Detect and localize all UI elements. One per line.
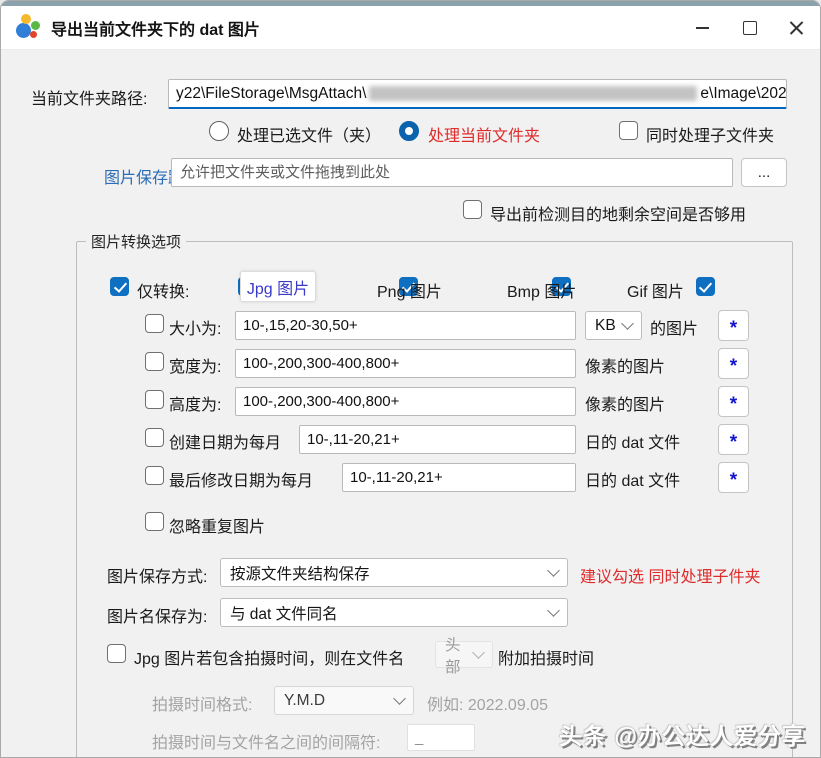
png-label: Png 图片 (377, 278, 442, 302)
height-filter-input[interactable]: 100-,200,300-400,800+ (235, 387, 576, 416)
height-help-button[interactable]: * (718, 386, 749, 417)
size-filter-label: 大小为: (169, 315, 221, 339)
shoot-time-label-prefix: Jpg 图片若包含拍摄时间，则在文件名 (134, 645, 404, 669)
name-mode-value: 与 dat 文件同名 (230, 602, 338, 624)
checkbox-gif[interactable] (696, 277, 715, 296)
height-filter-label: 高度为: (169, 391, 221, 415)
width-help-button[interactable]: * (718, 348, 749, 379)
current-path-input[interactable]: y22\FileStorage\MsgAttach\ e\Image\2022-… (168, 79, 787, 109)
gif-label: Gif 图片 (627, 278, 684, 302)
checkbox-check-space[interactable] (463, 200, 482, 219)
maximize-icon (743, 21, 757, 35)
width-filter-input[interactable]: 100-,200,300-400,800+ (235, 349, 576, 378)
size-unit-select[interactable]: KB (585, 311, 642, 340)
minimize-button[interactable] (679, 6, 726, 49)
chevron-down-icon (393, 692, 406, 705)
separator-value: _ (415, 729, 423, 746)
checkbox-subfolders-label: 同时处理子文件夹 (646, 122, 774, 146)
maximize-button[interactable] (726, 6, 773, 49)
radio-process-selected-label: 处理已选文件（夹） (237, 122, 381, 146)
modified-filter-value: 10-,11-20,21+ (350, 469, 443, 486)
ignore-duplicates-label: 忽略重复图片 (169, 513, 265, 537)
save-path-input[interactable] (171, 158, 733, 187)
size-filter-suffix: 的图片 (650, 315, 698, 339)
modified-help-button[interactable]: * (718, 462, 749, 493)
modified-filter-input[interactable]: 10-,11-20,21+ (342, 463, 576, 492)
time-format-example: 例如: 2022.09.05 (427, 691, 548, 715)
checkbox-created-filter[interactable] (145, 428, 164, 447)
created-filter-input[interactable]: 10-,11-20,21+ (299, 425, 576, 454)
radio-process-current-label: 处理当前文件夹 (428, 122, 540, 146)
width-filter-label: 宽度为: (169, 353, 221, 377)
shoot-time-label-suffix: 附加拍摄时间 (498, 645, 594, 669)
window-controls (679, 6, 820, 49)
checkbox-modified-filter[interactable] (145, 466, 164, 485)
height-filter-suffix: 像素的图片 (585, 391, 665, 415)
group-title: 图片转换选项 (86, 231, 186, 252)
titlebar: 导出当前文件夹下的 dat 图片 (1, 6, 820, 50)
created-filter-suffix: 日的 dat 文件 (585, 429, 680, 453)
checkbox-height-filter[interactable] (145, 390, 164, 409)
save-mode-hint: 建议勾选 同时处理子件夹 (580, 563, 760, 587)
width-filter-suffix: 像素的图片 (585, 353, 665, 377)
size-unit-value: KB (595, 317, 616, 335)
save-mode-label: 图片保存方式: (107, 563, 207, 587)
conversion-options-group: 图片转换选项 仅转换: Jpg 图片 Png 图片 Bmp 图片 Gif 图片 … (76, 241, 793, 758)
close-icon (789, 20, 804, 35)
chevron-down-icon (472, 646, 485, 659)
path-redacted-blur (369, 86, 697, 101)
shoot-time-position-value: 头部 (445, 633, 474, 677)
created-filter-value: 10-,11-20,21+ (307, 431, 400, 448)
radio-process-selected[interactable] (209, 121, 229, 141)
checkbox-size-filter[interactable] (145, 314, 164, 333)
height-filter-value: 100-,200,300-400,800+ (243, 393, 399, 410)
shoot-time-position-select: 头部 (435, 641, 493, 668)
checkbox-check-space-label: 导出前检测目的地剩余空间是否够用 (490, 201, 746, 225)
only-convert-label: 仅转换: (137, 278, 189, 302)
checkbox-width-filter[interactable] (145, 352, 164, 371)
watermark: 头条 @办公达人爱分享 (559, 717, 806, 751)
close-button[interactable] (773, 6, 820, 49)
minimize-icon (696, 27, 709, 29)
jpg-label-focused: Jpg 图片 (240, 271, 316, 302)
created-filter-label: 创建日期为每月 (169, 429, 281, 453)
size-filter-input[interactable]: 10-,15,20-30,50+ (235, 311, 576, 340)
modified-filter-suffix: 日的 dat 文件 (585, 467, 680, 491)
created-help-button[interactable]: * (718, 424, 749, 455)
save-mode-select[interactable]: 按源文件夹结构保存 (220, 558, 568, 587)
checkbox-shoot-time[interactable] (107, 644, 126, 663)
time-format-select: Y.M.D (274, 686, 414, 715)
chevron-down-icon (547, 564, 560, 577)
radio-process-current[interactable] (399, 121, 419, 141)
browse-button[interactable]: ... (741, 158, 787, 187)
checkbox-ignore-duplicates[interactable] (145, 512, 164, 531)
modified-filter-label: 最后修改日期为每月 (169, 467, 313, 491)
width-filter-value: 100-,200,300-400,800+ (243, 355, 399, 372)
separator-input: _ (407, 724, 475, 751)
separator-label: 拍摄时间与文件名之间的间隔符: (152, 729, 380, 753)
export-dat-dialog: 导出当前文件夹下的 dat 图片 当前文件夹路径: y22\FileStorag… (0, 0, 821, 758)
checkbox-subfolders[interactable] (619, 121, 638, 140)
app-icon (15, 14, 42, 41)
save-mode-value: 按源文件夹结构保存 (230, 562, 370, 584)
current-path-label: 当前文件夹路径: (31, 85, 147, 109)
time-format-label: 拍摄时间格式: (152, 691, 252, 715)
window-title: 导出当前文件夹下的 dat 图片 (51, 16, 260, 40)
time-format-value: Y.M.D (284, 692, 325, 710)
path-value-end: e\Image\2022-09 (700, 85, 787, 103)
path-value-start: y22\FileStorage\MsgAttach\ (176, 85, 366, 103)
size-help-button[interactable]: * (718, 310, 749, 341)
name-mode-select[interactable]: 与 dat 文件同名 (220, 598, 568, 627)
chevron-down-icon (621, 317, 634, 330)
name-mode-label: 图片名保存为: (107, 603, 207, 627)
checkbox-only-convert[interactable] (110, 277, 129, 296)
chevron-down-icon (547, 604, 560, 617)
bmp-label: Bmp 图片 (507, 278, 576, 302)
size-filter-value: 10-,15,20-30,50+ (243, 317, 358, 334)
